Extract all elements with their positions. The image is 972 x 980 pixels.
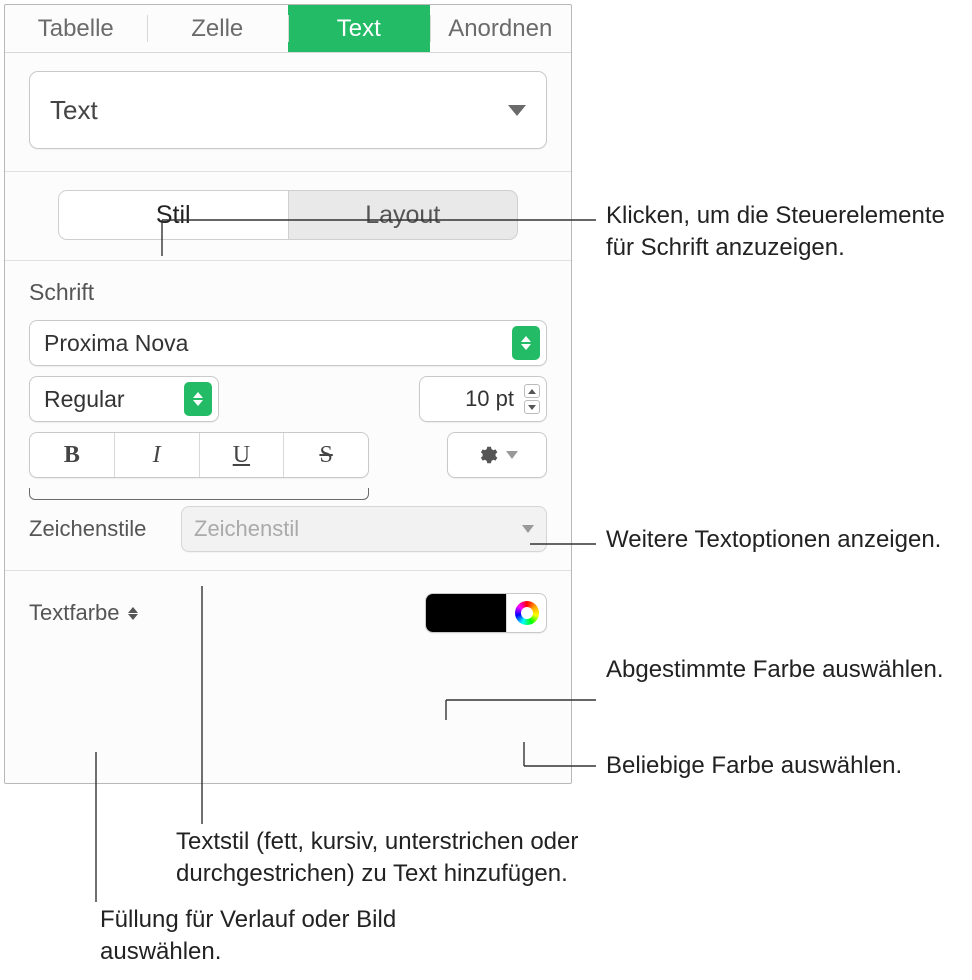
tab-anordnen[interactable]: Anordnen xyxy=(430,5,572,52)
bold-button[interactable]: B xyxy=(30,433,115,477)
font-size-stepper[interactable]: 10 pt xyxy=(419,376,547,422)
font-size-value: 10 pt xyxy=(432,386,524,412)
dropdown-stepper-icon xyxy=(184,382,212,416)
italic-button[interactable]: I xyxy=(115,433,200,477)
stil-layout-segmented: Stil Layout xyxy=(58,190,518,240)
callout-textcolor: Füllung für Verlauf oder Bild auswählen. xyxy=(100,904,420,969)
font-family-value: Proxima Nova xyxy=(44,330,188,357)
stepper-arrows-icon xyxy=(128,607,138,620)
inspector-tab-bar: Tabelle Zelle Text Anordnen xyxy=(5,5,571,53)
format-inspector-panel: Tabelle Zelle Text Anordnen Text Stil La… xyxy=(4,4,572,784)
dropdown-stepper-icon xyxy=(512,326,540,360)
text-style-segmented: B I U S xyxy=(29,432,369,478)
callout-bracket xyxy=(29,488,369,500)
chevron-down-icon xyxy=(508,105,526,116)
underline-button[interactable]: U xyxy=(200,433,285,477)
color-wheel-button[interactable] xyxy=(506,594,546,632)
tab-text[interactable]: Text xyxy=(288,5,430,52)
paragraph-style-dropdown[interactable]: Text xyxy=(29,71,547,149)
tab-tabelle[interactable]: Tabelle xyxy=(5,5,147,52)
tab-zelle[interactable]: Zelle xyxy=(147,5,289,52)
callout-wheel: Beliebige Farbe auswählen. xyxy=(606,750,966,782)
text-color-label: Textfarbe xyxy=(29,600,120,626)
character-style-dropdown[interactable]: Zeichenstil xyxy=(181,506,547,552)
segment-stil[interactable]: Stil xyxy=(59,191,289,239)
callout-gear: Weitere Textoptionen anzeigen. xyxy=(606,524,946,556)
color-wheel-icon xyxy=(515,601,539,625)
text-color-dropdown[interactable]: Textfarbe xyxy=(29,600,138,626)
color-swatch-button[interactable] xyxy=(426,594,506,632)
gear-icon xyxy=(476,444,498,466)
paragraph-style-value: Text xyxy=(50,95,98,126)
callout-bius: Textstil (fett, kursiv, unterstrichen od… xyxy=(176,826,696,891)
chevron-down-icon xyxy=(506,451,518,459)
character-styles-label: Zeichenstile xyxy=(29,516,171,542)
font-family-dropdown[interactable]: Proxima Nova xyxy=(29,320,547,366)
callout-stil: Klicken, um die Steuerelemente für Schri… xyxy=(606,200,946,265)
font-weight-dropdown[interactable]: Regular xyxy=(29,376,219,422)
chevron-down-icon xyxy=(522,525,534,533)
callout-swatch: Abgestimmte Farbe auswählen. xyxy=(606,654,946,686)
font-weight-value: Regular xyxy=(44,386,125,413)
section-label-schrift: Schrift xyxy=(29,279,547,306)
strike-button[interactable]: S xyxy=(284,433,368,477)
advanced-options-button[interactable] xyxy=(447,432,547,478)
segment-layout[interactable]: Layout xyxy=(289,191,518,239)
character-style-placeholder: Zeichenstil xyxy=(194,516,299,542)
stepper-arrows-icon xyxy=(524,384,542,414)
